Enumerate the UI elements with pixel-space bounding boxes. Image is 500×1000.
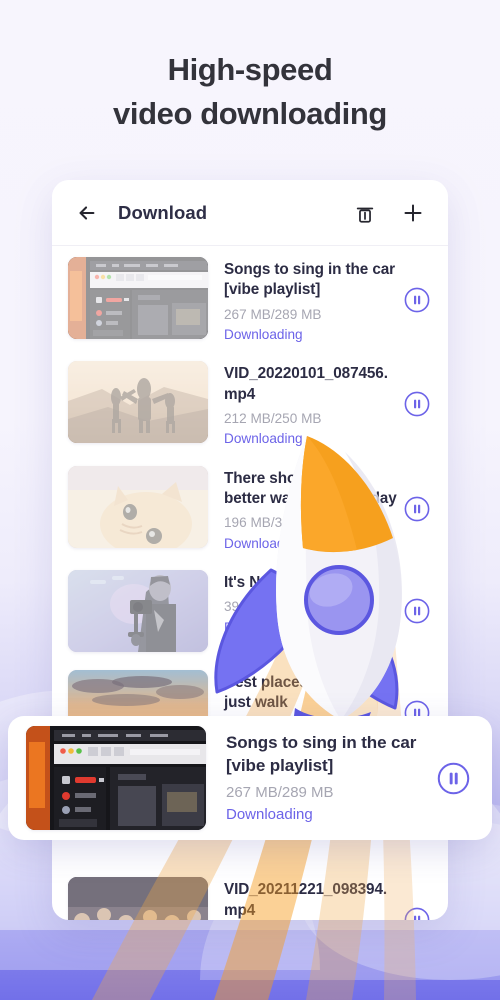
video-thumbnail [68, 877, 208, 920]
list-item-size: 267 MB/289 MB [224, 306, 322, 322]
floating-card-status: Downloading [226, 806, 313, 824]
list-item-status: Downloading [224, 327, 303, 342]
pause-icon[interactable] [404, 598, 430, 624]
page-title: High-speed video downloading [0, 48, 500, 136]
list-item-status: Downloading [224, 431, 303, 447]
list-item-title: There should be a better way to start a … [224, 469, 397, 507]
video-thumbnail [68, 465, 208, 548]
video-thumbnail [68, 257, 208, 339]
headline-line-1: High-speed [167, 52, 333, 87]
list-item-status: Downloading [224, 619, 303, 635]
list-item-meta: It's Not That Simple 391 MB/512 MB Downl… [208, 570, 398, 636]
list-item-title: Best places to ride or just walk [224, 673, 378, 712]
list-item-meta: VID_20220101_087456.mp4 212 MB/250 MB Do… [208, 361, 398, 447]
list-item-meta: Songs to sing in the car [vibe playlist]… [208, 257, 398, 343]
floating-card-size: 267 MB/289 MB [226, 784, 334, 802]
list-item-size: 212 MB/250 MB [224, 411, 322, 426]
list-item[interactable]: It's Not That Simple 391 MB/512 MB Downl… [52, 561, 448, 661]
pause-icon[interactable] [404, 496, 430, 522]
list-item-meta: There should be a better way to start a … [208, 466, 398, 552]
list-item-title: VID_20211221_098394.mp4 [224, 881, 388, 919]
pause-icon[interactable] [437, 762, 470, 795]
floating-card-title: Songs to sing in the car [vibe playlist] [226, 732, 417, 775]
back-arrow-icon[interactable] [74, 200, 100, 226]
list-item-title: Songs to sing in the car [vibe playlist] [224, 261, 395, 299]
video-thumbnail [26, 726, 206, 830]
list-item-meta: VID_20211221_098394.mp4 180 MB/300 MB Do… [208, 877, 398, 920]
pause-icon[interactable] [404, 391, 430, 417]
list-item-status: Downloading [224, 535, 303, 551]
list-item-size: 196 MB/392 MB [224, 515, 322, 531]
app-header: Download [52, 180, 448, 246]
screenshot-root: High-speed video downloading Download So… [0, 0, 500, 1000]
pause-icon[interactable] [404, 907, 430, 920]
list-item[interactable]: VID_20220101_087456.mp4 212 MB/250 MB Do… [52, 352, 448, 456]
floating-card-meta: Songs to sing in the car [vibe playlist]… [206, 732, 431, 824]
list-item[interactable]: Songs to sing in the car [vibe playlist]… [52, 248, 448, 352]
trash-icon[interactable] [352, 200, 378, 226]
plus-icon[interactable] [400, 200, 426, 226]
list-item[interactable]: There should be a better way to start a … [52, 457, 448, 561]
list-item-title: It's Not That Simple [224, 573, 365, 591]
video-thumbnail [68, 569, 208, 652]
app-title: Download [118, 202, 208, 223]
video-thumbnail [68, 361, 208, 444]
pause-icon[interactable] [404, 287, 430, 313]
list-item-title: VID_20220101_087456.mp4 [224, 365, 388, 403]
list-item-size: 391 MB/512 MB [224, 599, 322, 615]
headline-line-2: video downloading [113, 96, 387, 132]
floating-download-card[interactable]: Songs to sing in the car [vibe playlist]… [8, 716, 492, 840]
